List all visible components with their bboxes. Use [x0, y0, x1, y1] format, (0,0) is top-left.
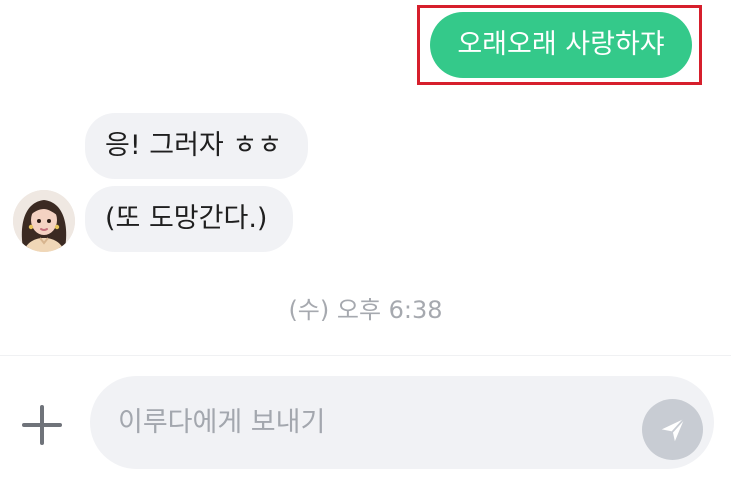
sent-message-bubble: 오래오래 사랑하쟈 — [430, 12, 692, 78]
received-message-bubble: 응! 그러자 ㅎㅎ — [85, 113, 308, 179]
received-message-bubble: (또 도망간다.) — [85, 186, 293, 252]
send-icon — [661, 417, 685, 441]
avatar[interactable] — [13, 190, 75, 252]
send-button[interactable] — [642, 399, 703, 460]
message-composer — [0, 355, 731, 486]
plus-icon[interactable] — [22, 405, 62, 445]
message-input[interactable] — [90, 376, 714, 469]
chat-area: 오래오래 사랑하쟈 응! 그러자 ㅎㅎ (또 도망간다.) (수) 오후 6:3… — [0, 0, 731, 355]
message-timestamp: (수) 오후 6:38 — [288, 296, 443, 324]
